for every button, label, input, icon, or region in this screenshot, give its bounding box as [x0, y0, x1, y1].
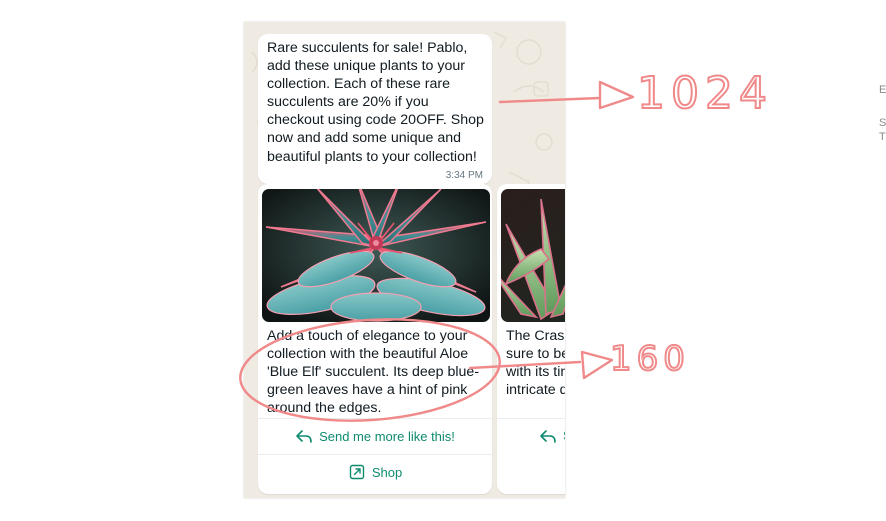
aloe-blue-elf-image — [262, 189, 490, 322]
card-description: The Crass sure to be with its tin intric… — [506, 327, 565, 399]
shop-label: Shop — [371, 464, 403, 480]
chat-panel: Rare succulents for sale! Pablo, add the… — [244, 22, 565, 498]
cut-off-text-2: S — [879, 117, 886, 129]
reply-arrow-icon — [539, 428, 557, 444]
send-more-label: S — [563, 428, 565, 443]
send-more-like-this-button[interactable]: Send me more like this! — [258, 418, 492, 453]
annotation-160: 160 — [610, 339, 690, 379]
send-more-like-this-button[interactable]: S — [497, 418, 565, 452]
message-timestamp: 3:34 PM — [445, 170, 483, 181]
card-description-text: Add a touch of elegance to your collecti… — [267, 328, 480, 417]
promo-message-text: Rare succulents for sale! Pablo, add the… — [267, 40, 484, 165]
card-description-text: The Crass sure to be with its tin intric… — [506, 328, 565, 399]
carousel-card-aloe: Add a touch of elegance to your collecti… — [258, 184, 492, 494]
crassula-image — [501, 189, 565, 322]
reply-arrow-icon — [295, 428, 313, 444]
cut-off-text-1: E — [879, 84, 886, 96]
annotation-1024: 1024 — [637, 68, 773, 119]
shop-button[interactable]: Shop — [258, 454, 492, 489]
send-more-label: Send me more like this! — [319, 428, 455, 444]
external-link-icon — [348, 464, 366, 480]
carousel-card-crassula: The Crass sure to be with its tin intric… — [497, 184, 565, 494]
promo-message-bubble: Rare succulents for sale! Pablo, add the… — [258, 34, 492, 184]
card-description: Add a touch of elegance to your collecti… — [267, 327, 487, 417]
cut-off-text-3: T — [879, 131, 886, 143]
